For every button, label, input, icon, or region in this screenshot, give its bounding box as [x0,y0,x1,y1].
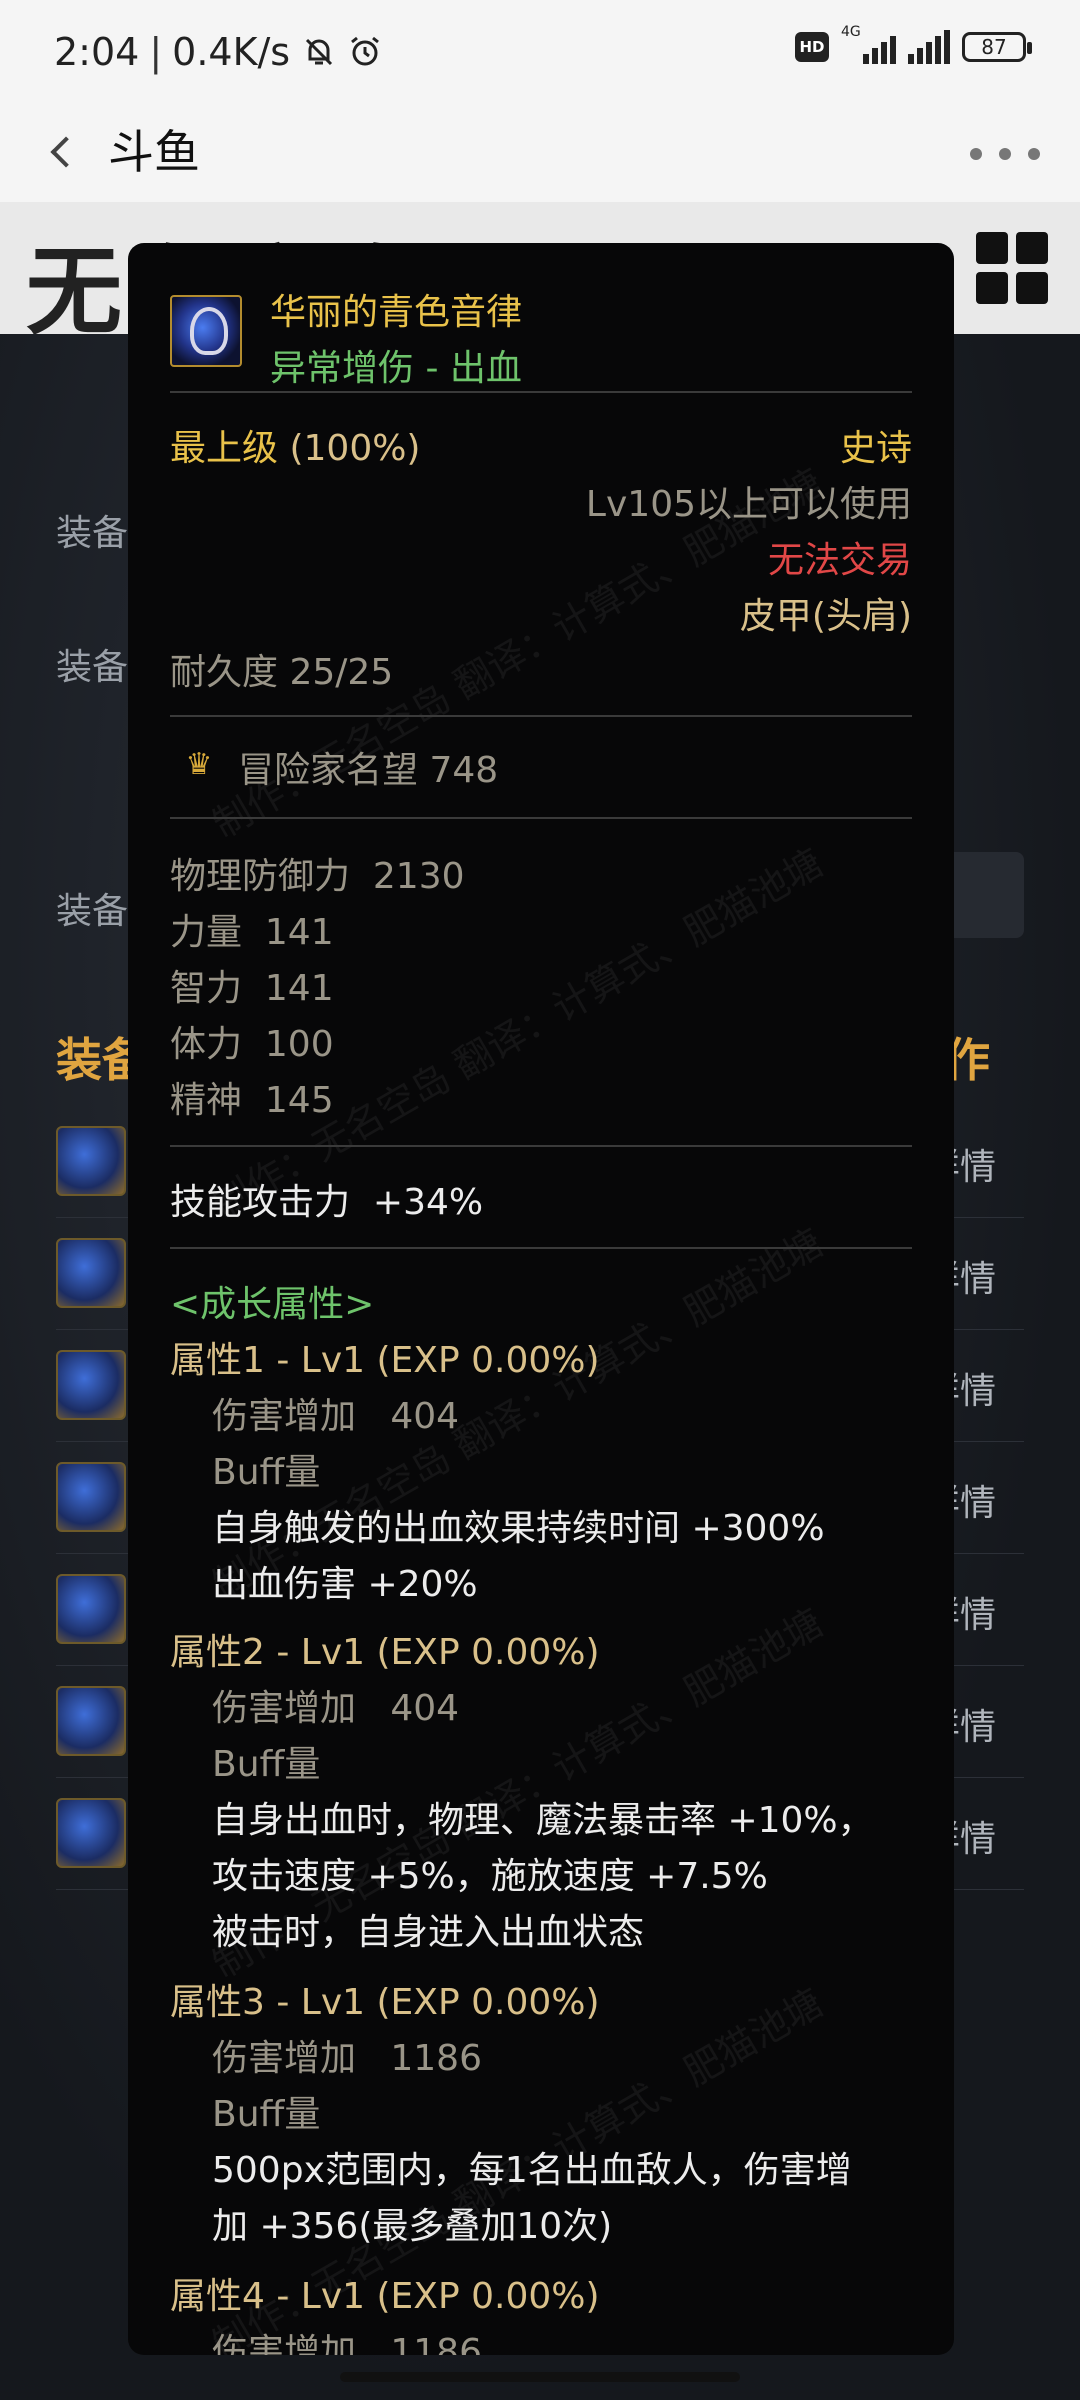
more-options-icon[interactable] [970,134,1040,174]
growth-effect: 攻击速度 +5%，施放速度 +7.5% [212,1856,768,1897]
level-requirement: Lv105以上可以使用 [585,484,912,525]
app-title: 斗鱼 [108,125,200,179]
damage-line: 伤害增加 1186 [212,2323,482,2355]
skill-attack-line: 技能攻击力 +34% [170,1173,483,1225]
alarm-icon [348,35,382,69]
fame-icon: ♛ [185,746,213,782]
growth-effect: 加 +356(最多叠加10次) [212,2206,613,2247]
damage-value: 1186 [390,2332,482,2355]
network-type-label: 4G [841,24,861,40]
skill-attack-value: +34% [372,1182,484,1223]
skill-attack-label: 技能攻击力 [170,1182,351,1223]
equipment-icon [56,1798,126,1868]
item-icon [170,295,242,367]
status-separator: | [149,30,163,74]
divider [170,715,912,717]
growth-effect: 被击时，自身进入出血状态 [212,1912,645,1953]
stat-label: 精神 [170,1080,243,1121]
equipment-icon [56,1350,126,1420]
damage-label: 伤害增加 [212,2332,357,2355]
stat-label: 力量 [170,912,243,953]
stat-value: 2130 [372,856,465,897]
buff-label: Buff量 [212,1452,321,1493]
damage-label: 伤害增加 [212,1688,357,1729]
growth-title: 属性4 - Lv1 (EXP 0.00%) [170,2276,600,2317]
stat-row: 物理防御力 2130 [170,847,465,899]
item-tooltip: 制作：无名空岛 翻译：计算式、肥猫池塘 制作：无名空岛 翻译：计算式、肥猫池塘 … [128,243,954,2355]
app-bar: 斗鱼 [0,104,1080,202]
background-label: 装备 [56,513,129,554]
battery-icon: 87 [962,32,1032,62]
growth-effect: 出血伤害 +20% [212,1564,478,1605]
mute-bell-icon [302,35,336,69]
divider [170,1145,912,1147]
growth-title: 属性3 - Lv1 (EXP 0.00%) [170,1982,600,2023]
growth-effect: 500px范围内，每1名出血敌人，伤害增 [212,2150,852,2191]
stat-row: 体力 100 [170,1015,334,1067]
stat-value: 100 [264,1024,334,1065]
network-speed: 0.4K/s [172,30,291,74]
damage-label: 伤害增加 [212,1396,357,1437]
growth-effect: 自身出血时，物理、魔法暴击率 +10%， [212,1800,874,1841]
status-time: 2:04 [54,30,140,74]
equipment-icon [56,1126,126,1196]
growth-header: <成长属性> [170,1284,375,1325]
growth-effect: 自身触发的出血效果持续时间 +300% [212,1508,825,1549]
stat-value: 141 [264,968,334,1009]
damage-value: 1186 [390,2038,482,2079]
signal-4g-icon: 4G [841,24,896,64]
adventurer-fame: 冒险家名望 748 [238,750,499,791]
divider [170,391,912,393]
grade-label: 最上级 [170,428,279,469]
growth-title: 属性2 - Lv1 (EXP 0.00%) [170,1632,600,1673]
background-label: 装备 [56,891,129,932]
item-name: 华丽的青色音律 [270,292,523,333]
equipment-slot: 皮甲(头肩) [739,596,912,637]
damage-line: 伤害增加 404 [212,1679,459,1731]
hd-icon: HD [795,32,829,62]
equipment-icon [56,1686,126,1756]
durability: 耐久度 25/25 [170,652,394,693]
stat-row: 精神 145 [170,1071,334,1123]
damage-line: 伤害增加 404 [212,1387,459,1439]
damage-line: 伤害增加 1186 [212,2029,482,2081]
buff-label: Buff量 [212,2094,321,2135]
back-icon[interactable] [36,122,96,182]
rarity: 史诗 [839,428,912,469]
stat-label: 物理防御力 [170,856,351,897]
grid-menu-icon[interactable] [976,232,1048,304]
equipment-icon [56,1462,126,1532]
home-indicator[interactable] [340,2372,740,2382]
stat-label: 体力 [170,1024,243,1065]
divider [170,817,912,819]
equipment-icon [56,1574,126,1644]
stat-label: 智力 [170,968,243,1009]
damage-value: 404 [390,1396,460,1437]
stat-value: 141 [264,912,334,953]
buff-label: Buff量 [212,1744,321,1785]
battery-level: 87 [981,35,1007,59]
background-label: 装备 [56,647,129,688]
status-bar: 2:04 | 0.4K/s HD 4G 87 [0,0,1080,104]
stat-value: 145 [264,1080,334,1121]
trade-status: 无法交易 [767,540,912,581]
item-subtitle: 异常增伤 - 出血 [270,348,522,389]
growth-title: 属性1 - Lv1 (EXP 0.00%) [170,1340,600,1381]
damage-label: 伤害增加 [212,2038,357,2079]
stat-row: 智力 141 [170,959,334,1011]
grade-line: 最上级 (100%) [170,419,420,471]
damage-value: 404 [390,1688,460,1729]
grade-percent: (100%) [289,428,421,469]
divider [170,1247,912,1249]
equipment-icon [56,1238,126,1308]
stat-row: 力量 141 [170,903,334,955]
signal-icon [908,30,950,64]
